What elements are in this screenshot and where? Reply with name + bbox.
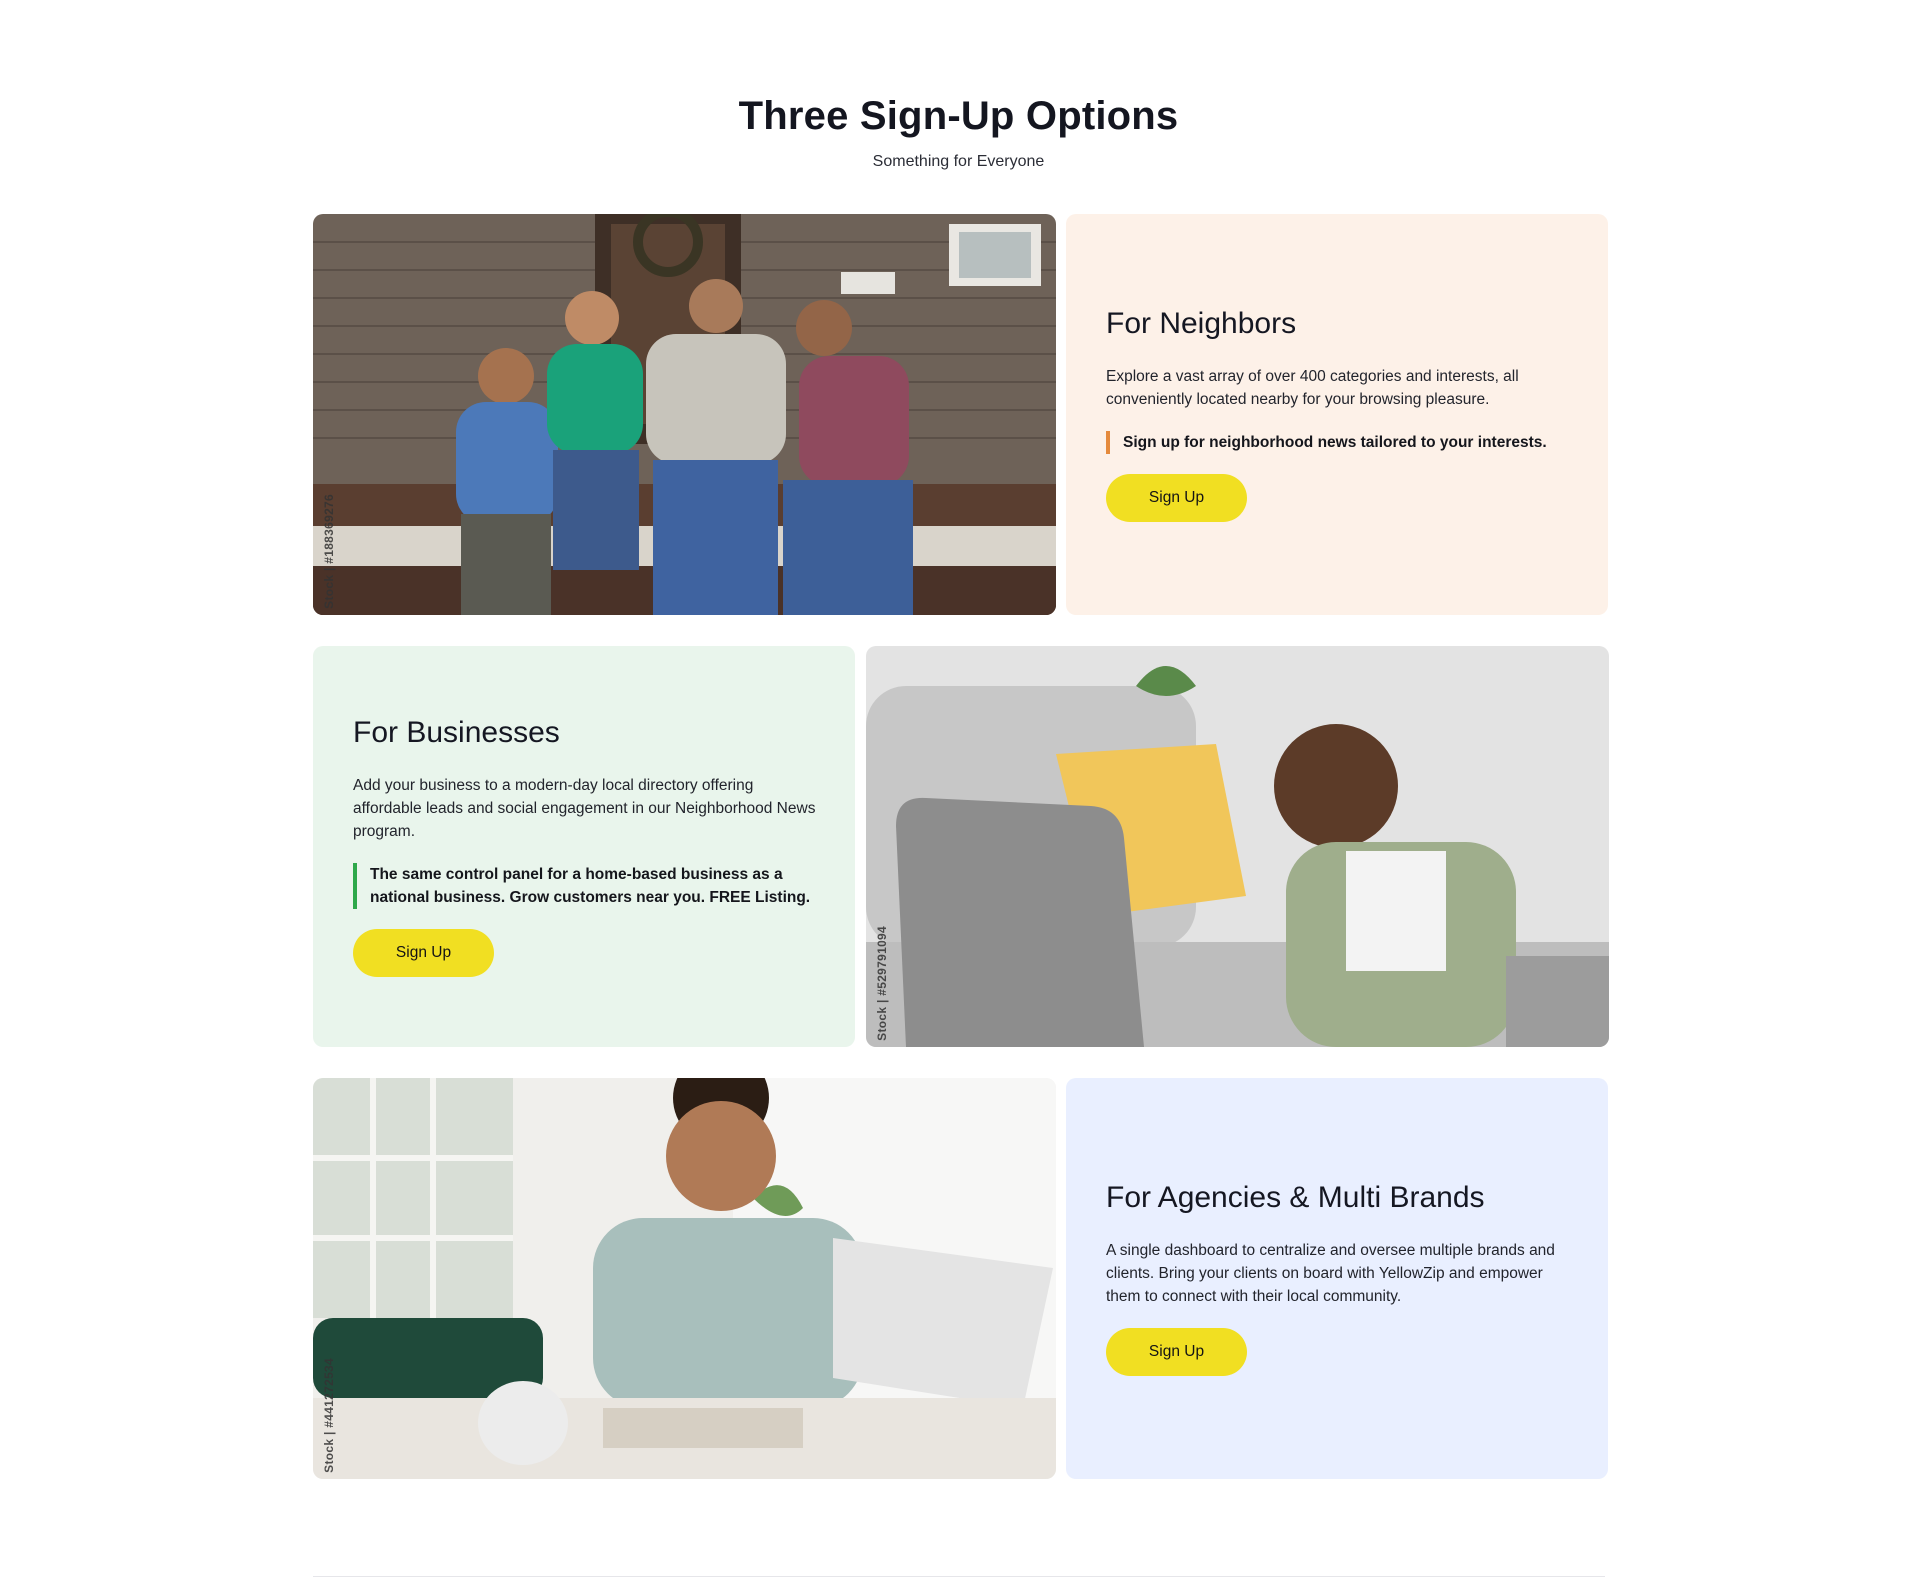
businesses-card: For Businesses Add your business to a mo… [313,646,855,1047]
neighbors-card: For Neighbors Explore a vast array of ov… [1066,214,1608,615]
businesses-highlight: The same control panel for a home-based … [353,863,819,909]
page-subtitle: Something for Everyone [872,153,1045,170]
agencies-description: A single dashboard to centralize and ove… [1106,1242,1555,1305]
photo-stock-id: Stock | #441272534 [322,1358,336,1473]
neighbors-sign-up-button[interactable]: Sign Up [1106,474,1247,522]
neighbors-photo: Stock | #188369276 [313,214,1056,615]
businesses-title: For Businesses [353,716,560,749]
neighbors-highlight: Sign up for neighborhood news tailored t… [1106,431,1572,454]
agencies-title: For Agencies & Multi Brands [1106,1181,1485,1214]
businesses-photo: Stock | #529791094 [866,646,1609,1047]
photo-stock-id: Stock | #188369276 [322,494,336,609]
photo-stock-id: Stock | #529791094 [875,926,889,1041]
neighbors-title: For Neighbors [1106,307,1297,340]
page-title: Three Sign-Up Options [738,94,1179,138]
agencies-sign-up-button[interactable]: Sign Up [1106,1328,1247,1376]
agencies-photo: Stock | #441272534 [313,1078,1056,1479]
businesses-sign-up-button[interactable]: Sign Up [353,929,494,977]
agencies-card: For Agencies & Multi Brands A single das… [1066,1078,1608,1479]
businesses-description: Add your business to a modern-day local … [353,777,816,840]
neighbors-description: Explore a vast array of over 400 categor… [1106,368,1519,408]
